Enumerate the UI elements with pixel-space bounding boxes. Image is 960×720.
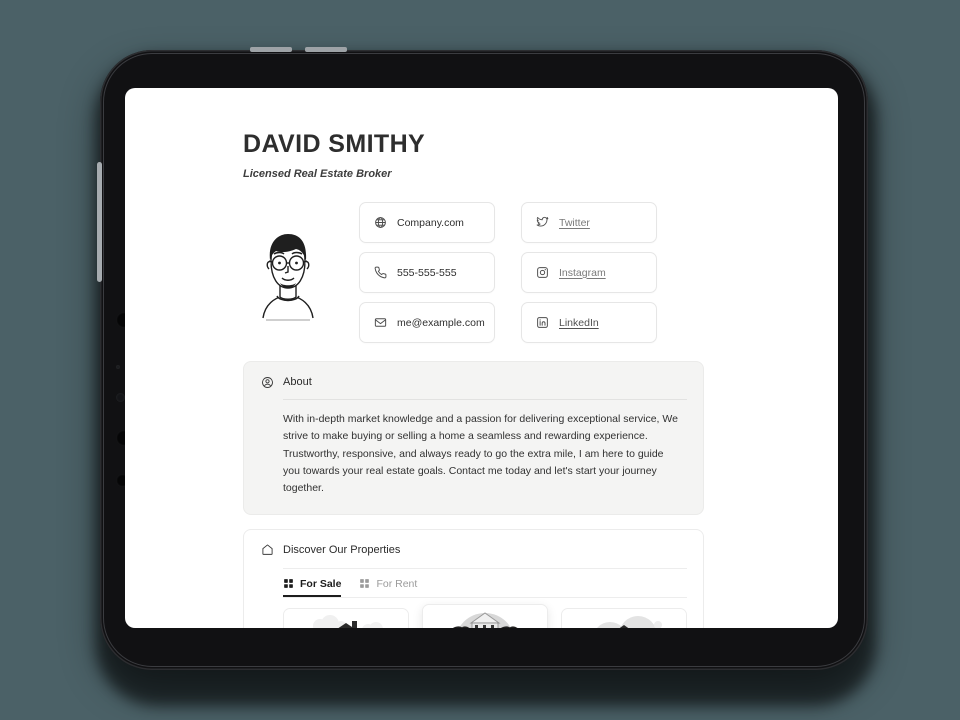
contact-section: Company.com 555-555-555 me@example.com T… (243, 202, 704, 343)
tab-label-for-sale: For Sale (300, 577, 342, 590)
property-tabs: For Sale For Rent (283, 578, 687, 597)
social-card-linkedin[interactable]: LinkedIn (521, 302, 657, 343)
properties-heading: Discover Our Properties (283, 543, 401, 556)
tab-label-for-rent: For Rent (376, 577, 418, 590)
avatar (243, 202, 333, 343)
properties-divider (283, 567, 687, 569)
property-card[interactable]: 789 Oak Street (422, 603, 548, 628)
tablet-screen: DAVID SMITHY Licensed Real Estate Broker (125, 88, 838, 628)
tab-for-sale[interactable]: For Sale (283, 578, 341, 597)
contact-card-phone[interactable]: 555-555-555 (359, 252, 495, 293)
instagram-icon (535, 266, 549, 280)
about-header: About (260, 375, 687, 389)
side-rail-button[interactable] (97, 162, 102, 282)
property-thumbnail (562, 608, 686, 628)
globe-icon (373, 216, 387, 230)
webpage-content: DAVID SMITHY Licensed Real Estate Broker (125, 88, 838, 628)
contact-column-primary: Company.com 555-555-555 me@example.com (359, 202, 495, 343)
properties-panel: Discover Our Properties For Sale For Ren… (243, 528, 704, 628)
contact-label-phone: 555-555-555 (397, 266, 457, 279)
tablet-frame: DAVID SMITHY Licensed Real Estate Broker (97, 47, 868, 670)
property-thumbnail (284, 608, 408, 628)
top-button-left[interactable] (250, 47, 292, 52)
property-card[interactable]: 101 Pine Lane (561, 607, 687, 628)
mail-icon (373, 316, 387, 330)
tabs-underline (283, 596, 687, 598)
property-card-list: 123 Main Street (283, 603, 687, 628)
tab-for-rent[interactable]: For Rent (359, 578, 417, 597)
properties-header: Discover Our Properties (260, 543, 687, 557)
profile-subtitle: Licensed Real Estate Broker (243, 168, 392, 180)
linkedin-icon (535, 316, 549, 330)
bezel-speaker-dot (116, 393, 125, 402)
about-body-text: With in-depth market knowledge and a pas… (283, 413, 678, 495)
social-label-twitter: Twitter (559, 216, 590, 229)
grid-icon-2 (359, 578, 370, 589)
contact-label-website: Company.com (397, 216, 464, 229)
top-button-right[interactable] (305, 47, 347, 52)
social-label-instagram: Instagram (559, 266, 606, 279)
social-label-linkedin: LinkedIn (559, 316, 599, 329)
user-circle-icon (260, 375, 274, 389)
twitter-icon (535, 216, 549, 230)
property-card[interactable]: 123 Main Street (283, 607, 409, 628)
about-divider (283, 399, 687, 400)
about-panel: About With in-depth market knowledge and… (243, 361, 704, 515)
social-card-twitter[interactable]: Twitter (521, 202, 657, 243)
contact-column-social: Twitter Instagram LinkedIn (521, 202, 657, 343)
about-heading: About (283, 376, 312, 388)
grid-icon (283, 578, 294, 589)
contact-card-email[interactable]: me@example.com (359, 302, 495, 343)
contact-label-email: me@example.com (397, 316, 485, 329)
contact-card-website[interactable]: Company.com (359, 202, 495, 243)
social-card-instagram[interactable]: Instagram (521, 252, 657, 293)
bezel-sensor-dot (116, 365, 120, 369)
phone-icon (373, 266, 387, 280)
page-title: DAVID SMITHY (243, 130, 426, 158)
property-thumbnail (423, 604, 547, 628)
home-icon (260, 543, 274, 557)
